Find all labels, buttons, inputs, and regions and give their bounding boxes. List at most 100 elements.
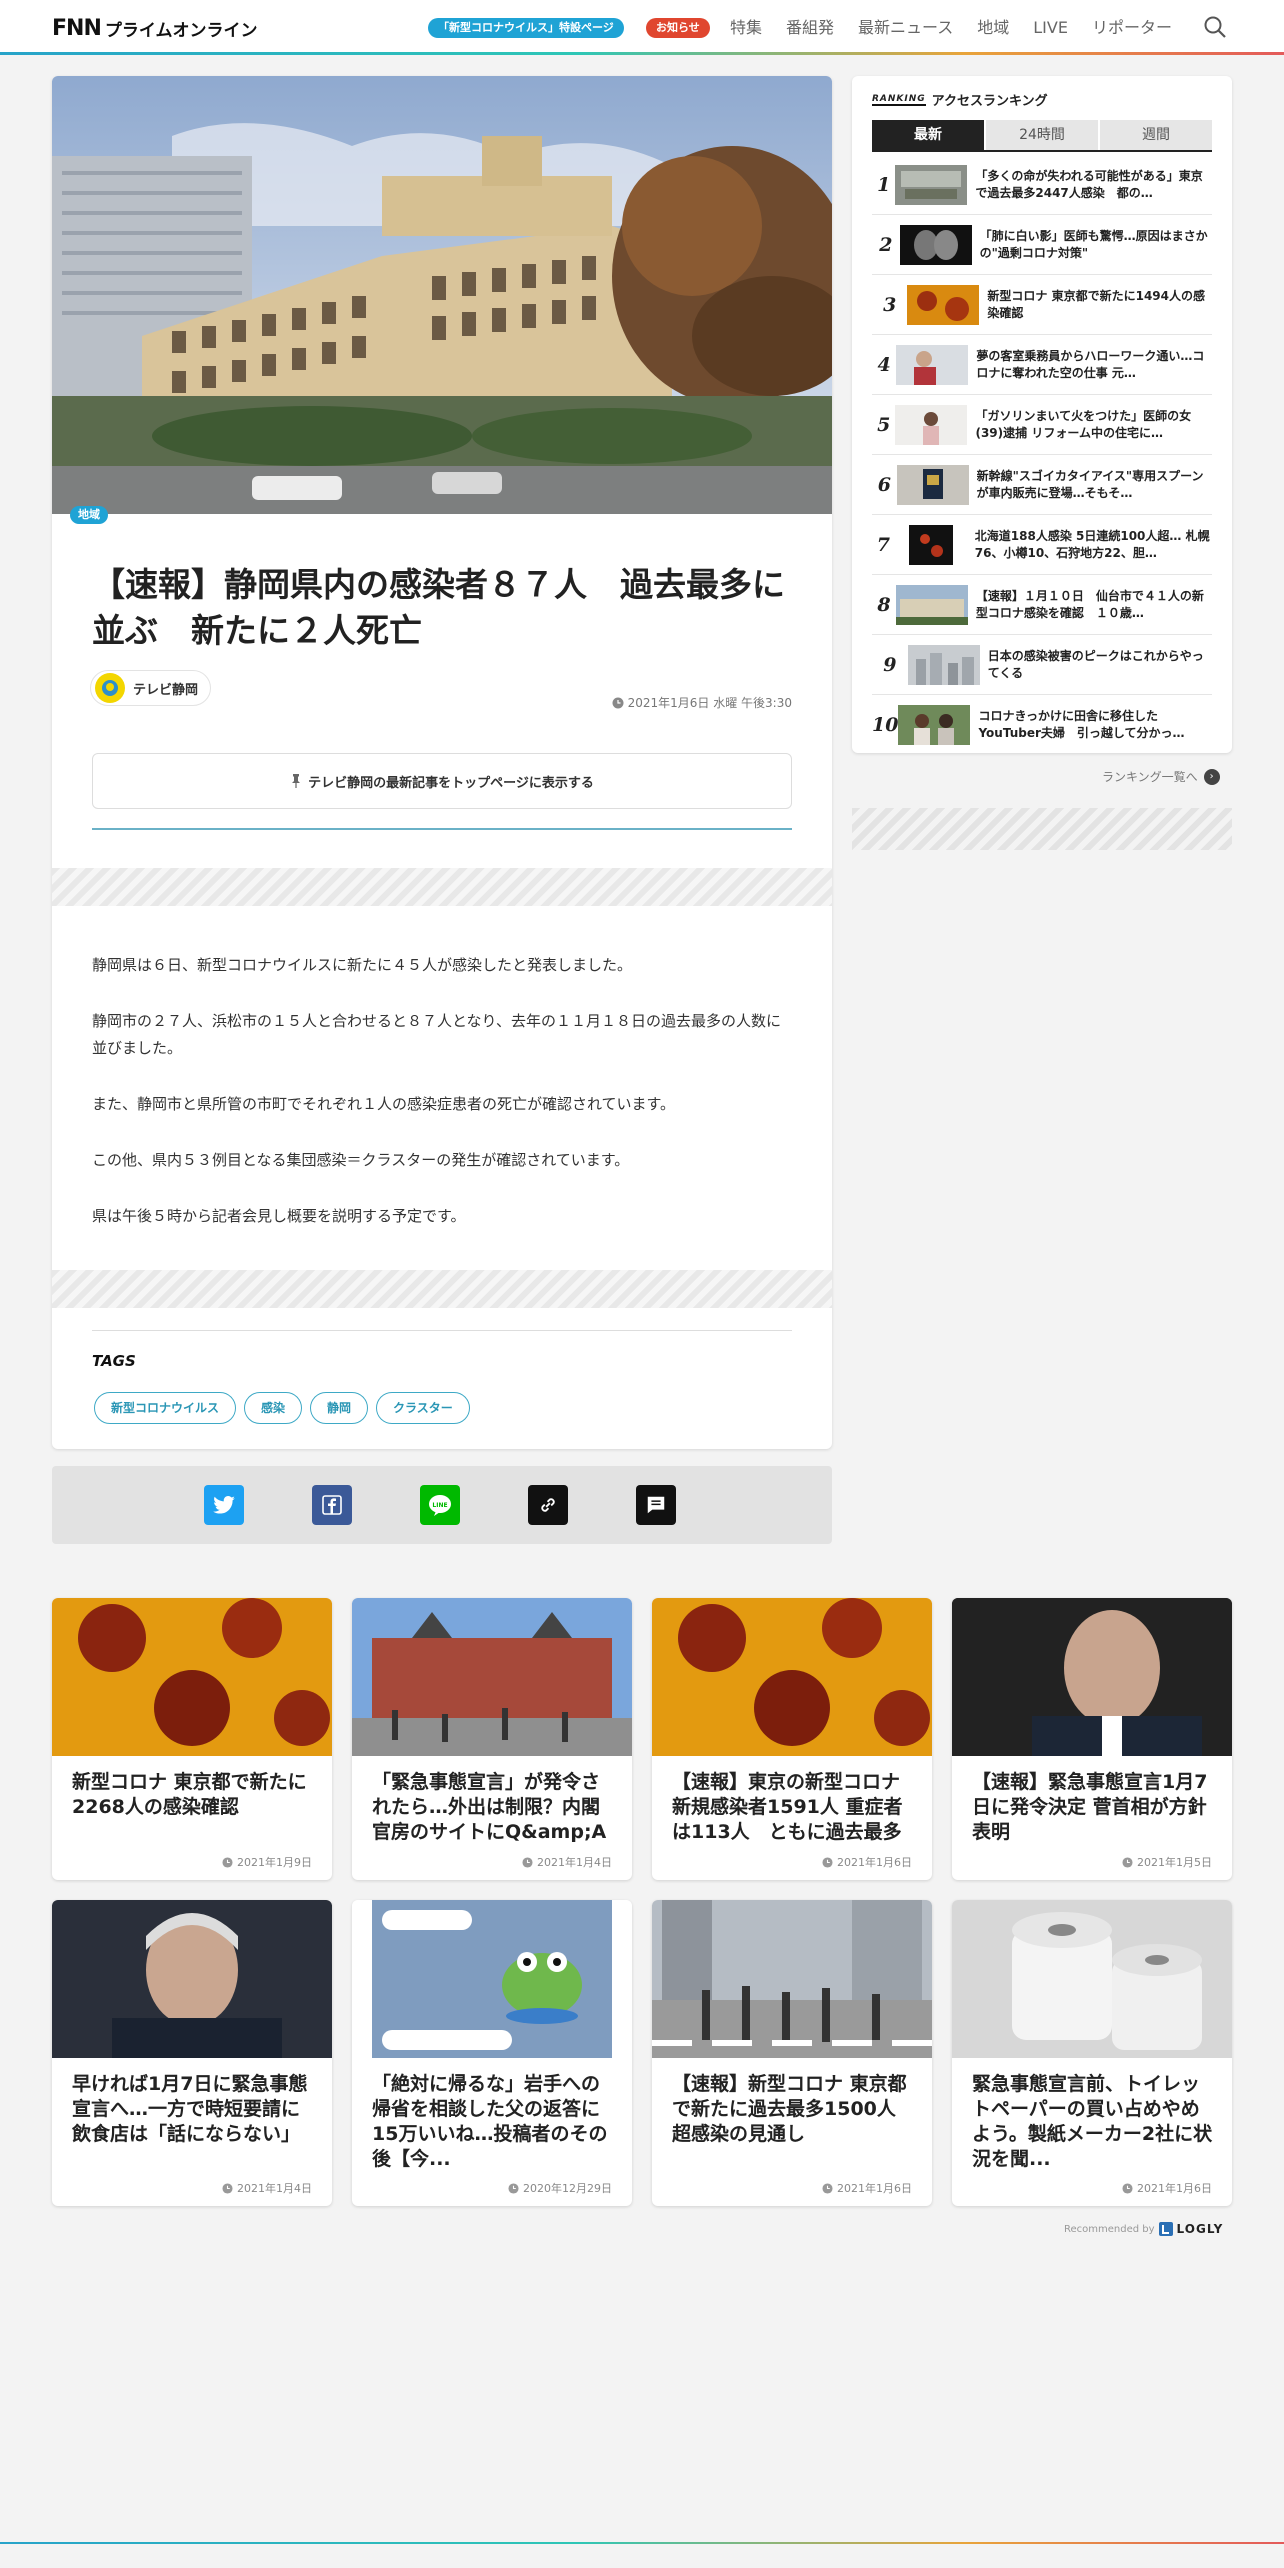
tab-weekly[interactable]: 週間: [1100, 120, 1212, 150]
recommend-card[interactable]: 新型コロナ 東京都で新たに2268人の感染確認 2021年1月9日: [52, 1598, 332, 1880]
recommend-card[interactable]: 緊急事態宣言前、トイレットペーパーの買い占めやめよう。製紙メーカー2社に状況を聞…: [952, 1900, 1232, 2206]
nav-item-programs[interactable]: 番組発: [786, 16, 834, 40]
recommend-card[interactable]: 【速報】緊急事態宣言1月7日に発令決定 菅首相が方針表明 2021年1月5日: [952, 1598, 1232, 1880]
tag-item[interactable]: クラスター: [376, 1392, 470, 1424]
recommended-by-label: Recommended by: [1064, 2223, 1155, 2235]
rank-number: 9: [883, 653, 897, 676]
ranking-item[interactable]: 9 日本の感染被害のピークはこれからやってくる: [872, 635, 1212, 695]
ranking-item[interactable]: 5 「ガソリンまいて火をつけた」医師の女(39)逮捕 リフォーム中の住宅に…: [872, 395, 1212, 455]
tag-item[interactable]: 静岡: [310, 1392, 369, 1424]
card-date-text: 2021年1月6日: [837, 1856, 912, 1869]
logly-label: LOGLY: [1176, 2222, 1224, 2236]
line-icon[interactable]: LINE: [420, 1485, 460, 1525]
site-logo[interactable]: FNN プライムオンライン: [52, 15, 258, 41]
ranking-item[interactable]: 7 北海道188人感染 5日連続100人超… 札幌76、小樽10、石狩地方22、…: [872, 515, 1212, 575]
rank-headline: 「ガソリンまいて火をつけた」医師の女(39)逮捕 リフォーム中の住宅に…: [975, 408, 1192, 440]
tags-heading: TAGS: [92, 1352, 136, 1370]
link-icon[interactable]: [528, 1485, 568, 1525]
clock-icon: [522, 1856, 533, 1868]
rank-number: 10: [872, 714, 899, 736]
clock-icon: [222, 1856, 233, 1868]
nav-item-region[interactable]: 地域: [977, 16, 1009, 40]
card-title: 【速報】新型コロナ 東京都で新たに過去最多1500人超感染の見通し: [672, 2073, 907, 2145]
clock-icon: [508, 2182, 519, 2194]
ad-placeholder-top: [52, 868, 832, 906]
category-chip[interactable]: 地域: [70, 506, 108, 524]
card-title: 早ければ1月7日に緊急事態宣言へ…一方で時短要請に飲食店は「話にならない」: [72, 2073, 308, 2145]
card-thumbnail: [52, 1900, 332, 2058]
ranking-item[interactable]: 1 「多くの命が失われる可能性がある」東京で過去最多2447人感染 都の…: [872, 155, 1212, 215]
card-date: 2020年12月29日: [508, 2180, 612, 2196]
card-date-text: 2021年1月4日: [537, 1856, 612, 1869]
nav-item-features[interactable]: 特集: [730, 16, 762, 40]
card-title: 【速報】緊急事態宣言1月7日に発令決定 菅首相が方針表明: [972, 1771, 1208, 1843]
card-date-text: 2021年1月5日: [1137, 1856, 1212, 1869]
article-paragraph: 静岡県は６日、新型コロナウイルスに新たに４５人が感染したと発表しました。: [92, 956, 633, 974]
article-paragraph: この他、県内５３例目となる集団感染＝クラスターの発生が確認されています。: [92, 1151, 630, 1169]
ad-placeholder-side: [852, 808, 1232, 850]
rank-number: 2: [879, 233, 893, 256]
comment-icon[interactable]: [636, 1485, 676, 1525]
rank-headline: 夢の客室乗務員からハローワーク通い…コロナに奪われた空の仕事 元…: [976, 348, 1205, 380]
source-name: テレビ静岡: [133, 682, 199, 698]
twitter-icon[interactable]: [204, 1485, 244, 1525]
card-date: 2021年1月6日: [822, 2180, 912, 2196]
ranking-item[interactable]: 2 「肺に白い影」医師も驚愕…原因はまさかの"過剰コロナ対策": [872, 215, 1212, 275]
recommend-card[interactable]: 【速報】新型コロナ 東京都で新たに過去最多1500人超感染の見通し 2021年1…: [652, 1900, 932, 2206]
ranking-item[interactable]: 6 新幹線"スゴイカタイアイス"専用スプーンが車内販売に登場…そもそ…: [872, 455, 1212, 515]
svg-text:LINE: LINE: [432, 1502, 447, 1509]
site-header: FNN プライムオンライン 「新型コロナウイルス」特設ページ お知らせ 特集 番…: [0, 0, 1284, 54]
card-date-text: 2021年1月6日: [1137, 2182, 1212, 2195]
article-paragraph: 県は午後５時から記者会見し概要を説明する予定です。: [92, 1207, 466, 1225]
footer-accent-line: [0, 2542, 1284, 2544]
nav-item-latest[interactable]: 最新ニュース: [858, 16, 953, 40]
card-date: 2021年1月5日: [1122, 1854, 1212, 1870]
article-paragraph: 静岡市の２７人、浜松市の１５人と合わせると８７人となり、去年の１１月１８日の過去…: [92, 1012, 781, 1057]
tag-item[interactable]: 感染: [244, 1392, 303, 1424]
notice-link[interactable]: お知らせ: [646, 18, 710, 38]
ranking-item[interactable]: 10 コロナきっかけに田舎に移住した YouTuber夫婦 引っ越して分かっ…: [872, 695, 1212, 755]
tab-24h[interactable]: 24時間: [986, 120, 1098, 150]
card-date: 2021年1月4日: [522, 1854, 612, 1870]
corona-special-link[interactable]: 「新型コロナウイルス」特設ページ: [428, 18, 624, 38]
recommend-card[interactable]: 「絶対に帰るな」岩手への帰省を相談した父の返答に15万いいね…投稿者のその後【今…: [352, 1900, 632, 2206]
recommended-by[interactable]: Recommended by LOGLY: [1064, 2222, 1223, 2236]
ranking-list: 1 「多くの命が失われる可能性がある」東京で過去最多2447人感染 都の… 2 …: [872, 155, 1212, 755]
rank-headline: 新幹線"スゴイカタイアイス"専用スプーンが車内販売に登場…そもそ…: [976, 468, 1204, 500]
follow-source-button[interactable]: テレビ静岡の最新記事をトップページに表示する: [92, 753, 792, 809]
card-thumbnail: [952, 1900, 1232, 2058]
nav-item-live[interactable]: LIVE: [1033, 16, 1068, 40]
ranking-title: アクセスランキング: [931, 94, 1048, 109]
recommend-card[interactable]: 「緊急事態宣言」が発令されたら…外出は制限？内閣官房のサイトにQ&amp;A 2…: [352, 1598, 632, 1880]
rank-number: 4: [877, 353, 891, 376]
clock-icon: [222, 2182, 233, 2194]
tab-latest[interactable]: 最新: [872, 120, 984, 150]
facebook-icon[interactable]: [312, 1485, 352, 1525]
ranking-more-link[interactable]: ランキング一覧へ ›: [1102, 768, 1220, 785]
rank-headline: コロナきっかけに田舎に移住した YouTuber夫婦 引っ越して分かっ…: [978, 709, 1185, 740]
card-title: 「絶対に帰るな」岩手への帰省を相談した父の返答に15万いいね…投稿者のその後【今…: [372, 2073, 608, 2170]
rank-headline: 「多くの命が失われる可能性がある」東京で過去最多2447人感染 都の…: [975, 168, 1203, 200]
rank-thumbnail: [894, 524, 967, 565]
tag-item[interactable]: 新型コロナウイルス: [94, 1392, 237, 1424]
tag-list: 新型コロナウイルス 感染 静岡 クラスター: [94, 1392, 470, 1424]
chevron-right-icon: ›: [1203, 768, 1220, 785]
ranking-header: RANKING アクセスランキング: [872, 90, 1048, 109]
card-thumbnail: [952, 1598, 1232, 1756]
rank-number: 3: [883, 293, 897, 316]
source-badge[interactable]: テレビ静岡: [90, 670, 212, 706]
search-icon[interactable]: [1203, 15, 1227, 39]
clock-icon: [1122, 2182, 1133, 2194]
recommend-card[interactable]: 早ければ1月7日に緊急事態宣言へ…一方で時短要請に飲食店は「話にならない」 20…: [52, 1900, 332, 2206]
rank-number: 1: [877, 173, 891, 196]
ranking-item[interactable]: 8 【速報】１月１０日 仙台市で４１人の新型コロナ感染を確認 １０歳…: [872, 575, 1212, 635]
recommend-card[interactable]: 【速報】東京の新型コロナ新規感染者1591人 重症者は113人 ともに過去最多 …: [652, 1598, 932, 1880]
article-title: 【速報】静岡県内の感染者８７人 過去最多に並ぶ 新たに２人死亡: [92, 565, 785, 650]
nav-item-reporter[interactable]: リポーター: [1092, 16, 1172, 40]
ranking-item[interactable]: 4 夢の客室乗務員からハローワーク通い…コロナに奪われた空の仕事 元…: [872, 335, 1212, 395]
rank-headline: 【速報】１月１０日 仙台市で４１人の新型コロナ感染を確認 １０歳…: [975, 588, 1204, 620]
logo-fnn: FNN: [52, 15, 102, 41]
header-accent-line: [0, 52, 1284, 55]
ranking-item[interactable]: 3 新型コロナ 東京都で新たに1494人の感染確認: [872, 275, 1212, 335]
follow-source-label: テレビ静岡の最新記事をトップページに表示する: [308, 775, 594, 791]
